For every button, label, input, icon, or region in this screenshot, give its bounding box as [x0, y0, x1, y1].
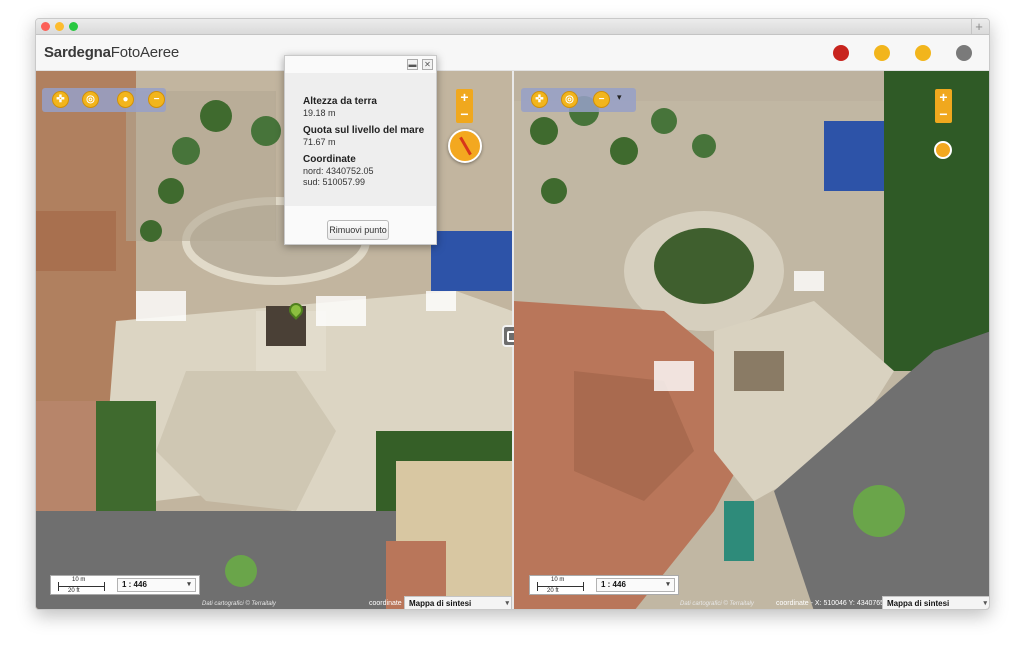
basemap-value: Mappa di sintesi	[887, 599, 950, 608]
brand-bold: Sardegna	[44, 44, 111, 61]
zoom-out-tool-icon[interactable]: −	[593, 91, 610, 108]
scale-feet: 20 ft	[68, 588, 80, 594]
view-direction-icon[interactable]	[934, 141, 952, 159]
new-tab-button[interactable]: +	[971, 19, 986, 34]
brand-logo[interactable]: SardegnaFotoAeree	[44, 44, 179, 61]
chevron-down-icon: ▾	[666, 581, 670, 588]
map-attribution-right: Dati cartografici © Terraitaly	[680, 601, 754, 607]
minimize-window-icon[interactable]	[55, 22, 64, 31]
basemap-select-right[interactable]: Mappa di sintesi ▾	[882, 596, 989, 609]
zoom-control-right: + −	[935, 89, 952, 123]
coordinate-readout-right: coordinate - X: 510046 Y: 4340765	[776, 600, 885, 607]
chevron-down-icon: ▾	[187, 581, 191, 588]
aerial-map-right[interactable]	[514, 71, 989, 609]
popup-minimize-button[interactable]: ▬	[407, 59, 418, 70]
info-icon[interactable]	[833, 45, 849, 61]
print-icon[interactable]	[874, 45, 890, 61]
brand-light: FotoAeree	[110, 44, 180, 61]
scale-ratio-value: 1 : 446	[122, 580, 147, 589]
scale-ratio-select[interactable]: 1 : 446 ▾	[596, 578, 675, 592]
close-window-icon[interactable]	[41, 22, 50, 31]
region-crest-icon[interactable]	[956, 45, 972, 61]
basemap-value: Mappa di sintesi	[409, 599, 472, 608]
scale-feet: 20 ft	[547, 588, 559, 594]
zoom-out-button[interactable]: −	[935, 106, 952, 123]
coordinates-title: Coordinate	[303, 154, 356, 165]
zoom-control-left: + −	[456, 89, 473, 123]
map-toolbar-right: ✜ ◎ − ▾	[521, 88, 636, 112]
scale-meters: 10 m	[551, 577, 565, 583]
north-coordinate: nord: 4340752.05	[303, 166, 374, 176]
scale-control-left: 10 m 20 ft 1 : 446 ▾	[50, 575, 200, 595]
remove-point-button[interactable]: Rimuovi punto	[327, 220, 389, 240]
point-info-icon[interactable]: ●	[117, 91, 134, 108]
zoom-out-tool-icon[interactable]: −	[148, 91, 165, 108]
zoom-in-button[interactable]: +	[456, 89, 473, 106]
map-attribution-left: Dati cartografici © Terraitaly	[202, 601, 276, 607]
app-header: SardegnaFotoAeree	[36, 35, 989, 71]
height-value: 19.18 m	[303, 108, 336, 118]
scale-meters: 10 m	[72, 577, 86, 583]
measure-icon[interactable]: ◎	[561, 91, 578, 108]
aerial-photo-left	[36, 71, 512, 609]
aerial-map-left[interactable]	[36, 71, 512, 609]
chevron-down-icon: ▾	[983, 600, 987, 607]
map-toolbar-left: ✜ ◎ ● −	[42, 88, 166, 112]
zoom-out-button[interactable]: −	[456, 106, 473, 123]
browser-window: + SardegnaFotoAeree ✜ ◎ ● − ✜ ◎ − ▾ + − …	[35, 18, 990, 610]
compass-icon[interactable]	[448, 129, 482, 163]
height-title: Altezza da terra	[303, 96, 377, 107]
aerial-photo-right	[514, 71, 989, 609]
basemap-select-left[interactable]: Mappa di sintesi ▾	[404, 596, 512, 609]
sea-level-title: Quota sul livello del mare	[303, 125, 425, 136]
sea-level-value: 71.67 m	[303, 137, 336, 147]
south-coordinate: sud: 510057.99	[303, 177, 366, 187]
coordinate-readout-left: coordinate	[369, 600, 402, 607]
chevron-down-icon: ▾	[505, 600, 509, 607]
link-icon[interactable]	[915, 45, 931, 61]
point-info-popup: ▬ ✕ Altezza da terra 19.18 m Quota sul l…	[284, 55, 437, 245]
scale-ratio-select[interactable]: 1 : 446 ▾	[117, 578, 196, 592]
fullscreen-icon[interactable]: ✜	[52, 91, 69, 108]
scale-control-right: 10 m 20 ft 1 : 446 ▾	[529, 575, 679, 595]
scale-ratio-value: 1 : 446	[601, 580, 626, 589]
dropdown-caret-icon[interactable]: ▾	[617, 92, 622, 103]
popup-close-button[interactable]: ✕	[422, 59, 433, 70]
maximize-window-icon[interactable]	[69, 22, 78, 31]
window-titlebar: +	[36, 19, 989, 35]
fullscreen-icon[interactable]: ✜	[531, 91, 548, 108]
zoom-in-button[interactable]: +	[935, 89, 952, 106]
scale-bar: 10 m 20 ft	[533, 577, 591, 594]
measure-icon[interactable]: ◎	[82, 91, 99, 108]
scale-bar: 10 m 20 ft	[54, 577, 112, 594]
